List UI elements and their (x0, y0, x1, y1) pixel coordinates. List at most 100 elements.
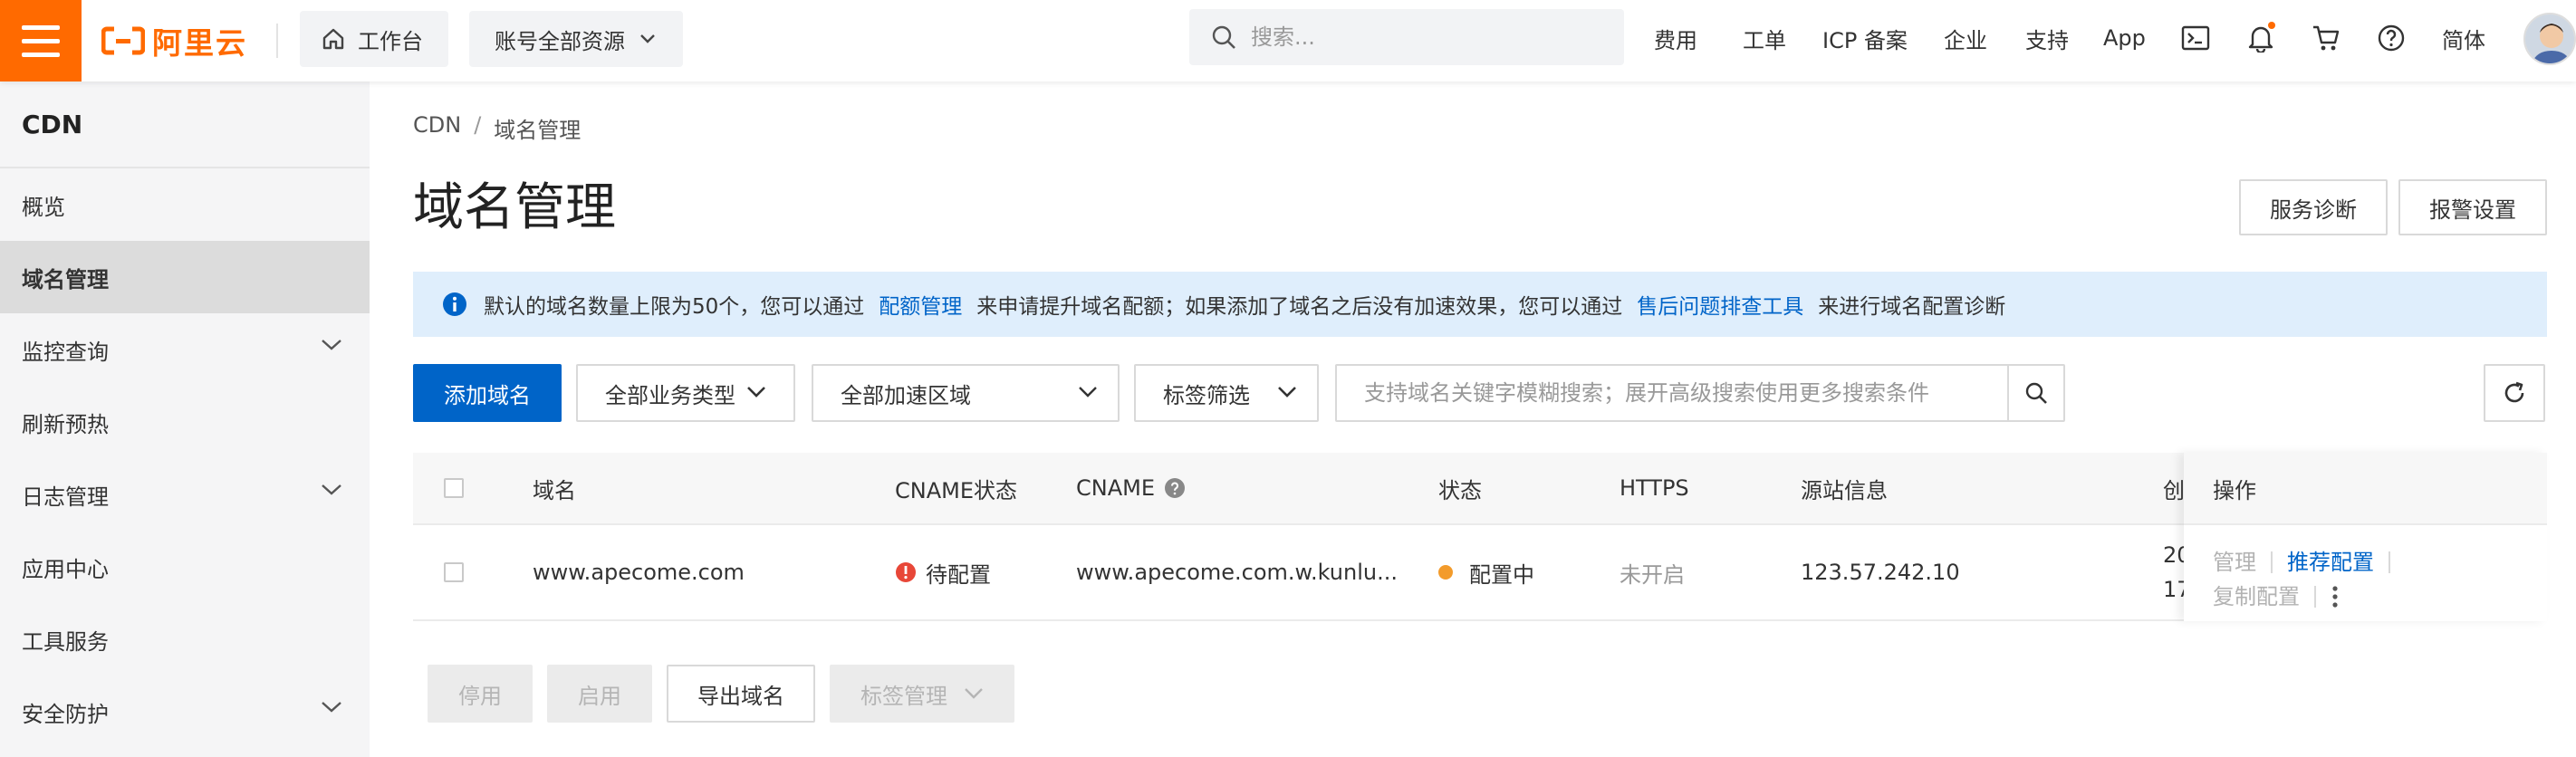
info-icon (443, 292, 466, 316)
breadcrumb-cdn[interactable]: CDN (413, 112, 461, 144)
select-all-checkbox[interactable] (444, 478, 464, 498)
domain-search-input[interactable] (1337, 380, 2009, 406)
account-resources-dropdown[interactable]: 账号全部资源 (469, 11, 683, 67)
quota-management-link[interactable]: 配额管理 (879, 289, 962, 320)
sidebar-item-app-center[interactable]: 应用中心 (0, 531, 370, 603)
domain-name[interactable]: www.apecome.com (533, 525, 745, 619)
workbench-button[interactable]: 工作台 (300, 11, 448, 67)
tag-management-dropdown[interactable]: 标签管理 (830, 665, 1014, 723)
origin-info: 123.57.242.10 (1801, 560, 1960, 585)
recommended-config-link[interactable]: 推荐配置 (2287, 545, 2374, 580)
aliyun-logo-icon (101, 26, 145, 55)
chevron-down-icon (1278, 387, 1296, 398)
more-icon[interactable] (2331, 584, 2340, 609)
alert-settings-button[interactable]: 报警设置 (2398, 179, 2547, 235)
sidebar-item-label: 应用中心 (22, 556, 109, 582)
breadcrumb-domain-management: 域名管理 (494, 118, 582, 143)
cart-icon[interactable] (2308, 20, 2344, 56)
tag-management-label: 标签管理 (860, 683, 947, 709)
info-notice: 默认的域名数量上限为50个，您可以通过 配额管理 来申请提升域名配额；如果添加了… (413, 272, 2547, 337)
sidebar-item-tools[interactable]: 工具服务 (0, 603, 370, 676)
top-navigation-bar: 阿里云 工作台 账号全部资源 费用 工单 ICP 备案 企业 支持 App (0, 0, 2576, 81)
sidebar-item-label: 工具服务 (22, 628, 109, 655)
nav-enterprise[interactable]: 企业 (1944, 22, 1987, 54)
warning-icon (896, 562, 916, 582)
service-diagnosis-button[interactable]: 服务诊断 (2239, 179, 2388, 235)
help-icon[interactable] (2373, 20, 2409, 56)
troubleshoot-tool-link[interactable]: 售后问题排查工具 (1637, 289, 1803, 320)
sidebar-item-refresh-prefetch[interactable]: 刷新预热 (0, 386, 370, 458)
page-title: 域名管理 (413, 178, 616, 237)
disable-button[interactable]: 停用 (428, 665, 533, 723)
global-search-input[interactable] (1251, 24, 1595, 50)
status-label: 配置中 (1469, 561, 1534, 588)
divider (2271, 551, 2273, 573)
manage-link[interactable]: 管理 (2213, 545, 2256, 580)
export-domains-button[interactable]: 导出域名 (667, 665, 815, 723)
business-type-value: 全部业务类型 (605, 382, 735, 408)
divider (2389, 551, 2390, 573)
header-status: 状态 (1438, 477, 1482, 503)
row-checkbox[interactable] (444, 562, 464, 582)
header-operations: 操作 (2184, 453, 2547, 525)
nav-support[interactable]: 支持 (2025, 22, 2069, 54)
sidebar-item-label: 概览 (22, 194, 65, 220)
toolbar: 添加域名 全部业务类型 全部加速区域 标签筛选 (413, 364, 2547, 422)
bell-icon[interactable] (2243, 20, 2279, 56)
cname-value: www.apecome.com.w.kunlu... (1076, 560, 1398, 585)
notice-text-1: 默认的域名数量上限为50个，您可以通过 (484, 295, 865, 319)
sidebar-item-label: 刷新预热 (22, 411, 109, 437)
menu-icon[interactable] (0, 0, 82, 81)
sidebar-item-security[interactable]: 安全防护 (0, 676, 370, 748)
row-select-cell (444, 525, 464, 619)
breadcrumb: CDN / 域名管理 (413, 112, 581, 144)
help-icon[interactable] (1164, 477, 1186, 499)
domain-table: 域名 CNAME状态 CNAME 状态 HTTPS 源站信息 创 www.ape… (413, 453, 2547, 621)
global-search[interactable] (1189, 9, 1624, 65)
chevron-down-icon (640, 34, 655, 43)
logo-text: 阿里云 (152, 25, 247, 61)
acceleration-area-select[interactable]: 全部加速区域 (812, 364, 1120, 422)
language-switch[interactable]: 简体 (2442, 22, 2485, 54)
nav-app[interactable]: App (2103, 22, 2146, 54)
enable-button[interactable]: 启用 (547, 665, 652, 723)
nav-icp[interactable]: ICP 备案 (1822, 22, 1908, 54)
search-icon (2025, 382, 2047, 404)
domain-search[interactable] (1335, 364, 2065, 422)
sidebar-item-overview[interactable]: 概览 (0, 168, 370, 241)
sidebar: CDN 概览 域名管理 监控查询 刷新预热 日志管理 应用中心 工具服务 安全防… (0, 81, 370, 757)
nav-billing[interactable]: 费用 (1654, 22, 1697, 54)
chevron-down-icon (322, 702, 341, 713)
sidebar-item-domain-management[interactable]: 域名管理 (0, 241, 370, 313)
refresh-button[interactable] (2484, 364, 2545, 422)
sidebar-item-logs[interactable]: 日志管理 (0, 458, 370, 531)
aliyun-logo[interactable]: 阿里云 (101, 16, 247, 65)
header-cname: CNAME (1076, 453, 1186, 523)
add-domain-button[interactable]: 添加域名 (413, 364, 562, 422)
divider (2314, 586, 2316, 608)
copy-config-link[interactable]: 复制配置 (2213, 580, 2300, 614)
https-status: 未开启 (1620, 561, 1685, 588)
refresh-icon (2504, 381, 2524, 403)
status-dot (1438, 565, 1453, 580)
tag-filter-select[interactable]: 标签筛选 (1134, 364, 1319, 422)
business-type-select[interactable]: 全部业务类型 (576, 364, 795, 422)
header-origin: 源站信息 (1801, 477, 1888, 503)
chevron-down-icon (965, 688, 983, 699)
nav-tickets[interactable]: 工单 (1743, 22, 1786, 54)
user-avatar[interactable] (2523, 13, 2576, 65)
notification-dot (2268, 22, 2275, 29)
notice-text-3: 来进行域名配置诊断 (1818, 295, 2006, 319)
sidebar-item-monitoring[interactable]: 监控查询 (0, 313, 370, 386)
acceleration-area-value: 全部加速区域 (841, 382, 971, 408)
header-created: 创 (2163, 477, 2185, 503)
header-cname-label: CNAME (1076, 475, 1155, 501)
header-https: HTTPS (1620, 475, 1689, 501)
search-icon (1212, 25, 1235, 49)
terminal-icon[interactable] (2177, 20, 2214, 56)
sidebar-item-label: 安全防护 (22, 701, 109, 727)
chevron-down-icon (1079, 387, 1097, 398)
search-button[interactable] (2007, 366, 2063, 420)
home-icon (322, 28, 344, 50)
resources-label: 账号全部资源 (495, 28, 625, 54)
